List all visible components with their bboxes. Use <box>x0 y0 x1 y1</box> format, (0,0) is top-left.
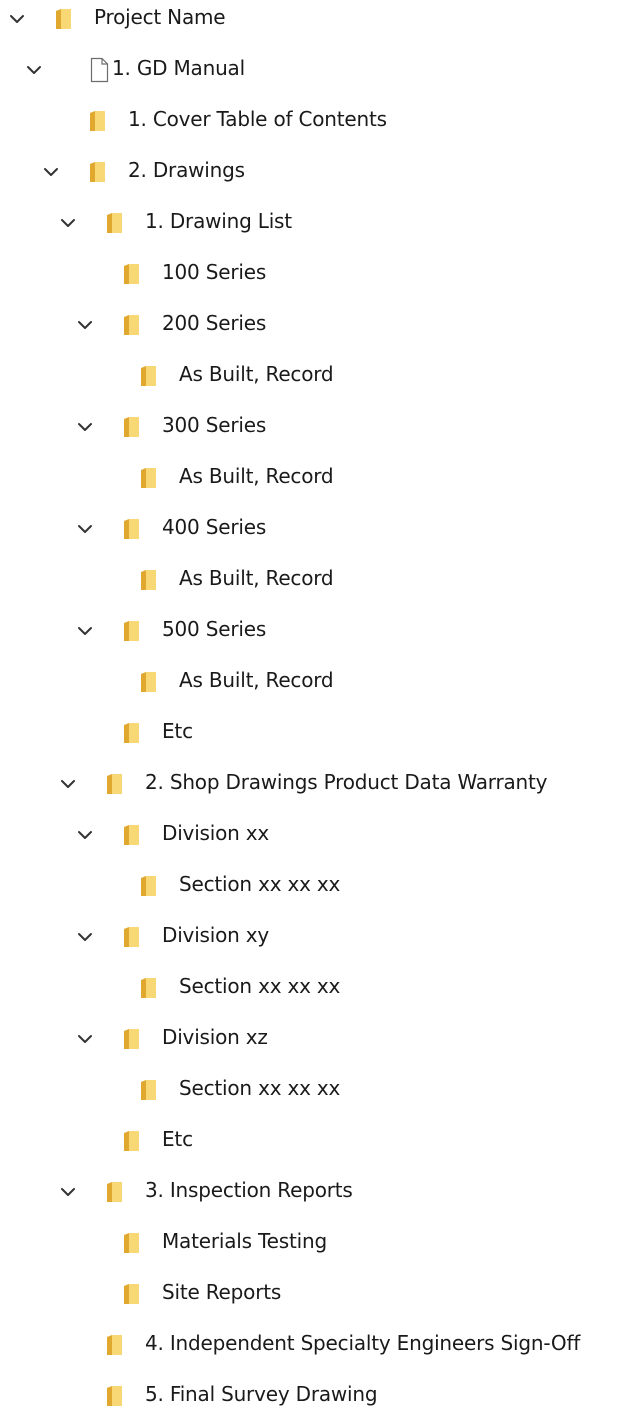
tree-node-label: Section xx xx xx <box>179 974 341 998</box>
folder-icon <box>103 210 127 236</box>
folder-icon <box>137 1077 161 1103</box>
tree-node[interactable]: Division xy <box>0 912 637 963</box>
tree-node-label: 1. Cover Table of Contents <box>128 107 387 131</box>
folder-icon <box>137 465 161 491</box>
chevron-down-icon[interactable] <box>57 212 79 234</box>
tree-node[interactable]: 200 Series <box>0 300 637 351</box>
folder-icon <box>120 618 144 644</box>
folder-icon <box>137 363 161 389</box>
folder-icon <box>137 873 161 899</box>
folder-icon <box>120 1026 144 1052</box>
chevron-down-icon[interactable] <box>74 518 96 540</box>
folder-icon <box>120 1281 144 1307</box>
folder-icon <box>120 516 144 542</box>
chevron-down-icon[interactable] <box>74 824 96 846</box>
tree-node-label: 300 Series <box>162 413 267 437</box>
tree-node[interactable]: Site Reports <box>0 1269 637 1320</box>
tree-node-label: As Built, Record <box>179 464 334 488</box>
folder-icon <box>120 924 144 950</box>
chevron-down-icon[interactable] <box>74 926 96 948</box>
tree-node[interactable]: Etc <box>0 1116 637 1167</box>
folder-icon <box>137 567 161 593</box>
tree-node-label: Project Name <box>94 5 226 29</box>
tree-node-label: Division xz <box>162 1025 268 1049</box>
tree-node[interactable]: 500 Series <box>0 606 637 657</box>
tree-node[interactable]: 1. Drawing List <box>0 198 637 249</box>
chevron-down-icon[interactable] <box>57 1181 79 1203</box>
chevron-down-icon[interactable] <box>74 416 96 438</box>
folder-icon <box>137 975 161 1001</box>
folder-icon <box>86 108 110 134</box>
folder-icon <box>103 1383 127 1409</box>
tree-node-label: 1. GD Manual <box>112 56 245 80</box>
folder-icon <box>137 669 161 695</box>
tree-node[interactable]: 100 Series <box>0 249 637 300</box>
tree-node-label: As Built, Record <box>179 362 334 386</box>
document-icon <box>87 57 111 83</box>
chevron-down-icon[interactable] <box>40 161 62 183</box>
folder-tree: Project Name 1. GD Manual 1. Cover Table o… <box>0 0 637 1408</box>
tree-node-label: Site Reports <box>162 1280 282 1304</box>
tree-node[interactable]: 400 Series <box>0 504 637 555</box>
tree-node[interactable]: As Built, Record <box>0 657 637 708</box>
folder-icon <box>52 6 76 32</box>
tree-node[interactable]: 1. GD Manual <box>0 45 637 96</box>
tree-node-label: As Built, Record <box>179 566 334 590</box>
chevron-down-icon[interactable] <box>74 620 96 642</box>
tree-node-label: 200 Series <box>162 311 267 335</box>
chevron-down-icon[interactable] <box>74 1028 96 1050</box>
tree-node-label: Materials Testing <box>162 1229 327 1253</box>
chevron-down-icon[interactable] <box>57 773 79 795</box>
tree-node-label: 4. Independent Specialty Engineers Sign-… <box>145 1331 581 1355</box>
folder-icon <box>120 261 144 287</box>
tree-node[interactable]: 300 Series <box>0 402 637 453</box>
tree-node[interactable]: 2. Shop Drawings Product Data Warranty <box>0 759 637 810</box>
tree-node[interactable]: As Built, Record <box>0 555 637 606</box>
tree-node[interactable]: 2. Drawings <box>0 147 637 198</box>
tree-node[interactable]: Section xx xx xx <box>0 963 637 1014</box>
tree-node-label: 3. Inspection Reports <box>145 1178 353 1202</box>
tree-node-label: As Built, Record <box>179 668 334 692</box>
chevron-down-icon[interactable] <box>23 59 45 81</box>
tree-node[interactable]: 5. Final Survey Drawing <box>0 1371 637 1422</box>
tree-node-label: 1. Drawing List <box>145 209 292 233</box>
tree-node-label: 100 Series <box>162 260 267 284</box>
tree-node[interactable]: Division xz <box>0 1014 637 1065</box>
tree-node-label: Section xx xx xx <box>179 1076 341 1100</box>
tree-node-label: Division xx <box>162 821 270 845</box>
folder-icon <box>103 1179 127 1205</box>
folder-icon <box>103 771 127 797</box>
tree-node-label: 5. Final Survey Drawing <box>145 1382 378 1406</box>
tree-node[interactable]: Materials Testing <box>0 1218 637 1269</box>
folder-icon <box>86 159 110 185</box>
tree-node[interactable]: As Built, Record <box>0 453 637 504</box>
folder-icon <box>120 720 144 746</box>
tree-node[interactable]: Section xx xx xx <box>0 861 637 912</box>
tree-node-label: 2. Shop Drawings Product Data Warranty <box>145 770 548 794</box>
tree-node-label: Etc <box>162 719 193 743</box>
tree-node-label: Etc <box>162 1127 193 1151</box>
folder-icon <box>120 1230 144 1256</box>
tree-node[interactable]: 4. Independent Specialty Engineers Sign-… <box>0 1320 637 1371</box>
tree-node[interactable]: Division xx <box>0 810 637 861</box>
folder-icon <box>120 414 144 440</box>
tree-node-label: Section xx xx xx <box>179 872 341 896</box>
tree-node[interactable]: Etc <box>0 708 637 759</box>
chevron-down-icon[interactable] <box>74 314 96 336</box>
tree-node[interactable]: Section xx xx xx <box>0 1065 637 1116</box>
chevron-down-icon[interactable] <box>6 8 28 30</box>
tree-node[interactable]: 3. Inspection Reports <box>0 1167 637 1218</box>
tree-node-label: 400 Series <box>162 515 267 539</box>
tree-node-label: 2. Drawings <box>128 158 245 182</box>
folder-icon <box>120 1128 144 1154</box>
tree-node[interactable]: As Built, Record <box>0 351 637 402</box>
folder-icon <box>120 312 144 338</box>
tree-node[interactable]: Project Name <box>0 0 637 45</box>
tree-node-label: 500 Series <box>162 617 267 641</box>
tree-node-label: Division xy <box>162 923 270 947</box>
folder-icon <box>103 1332 127 1358</box>
tree-node[interactable]: 1. Cover Table of Contents <box>0 96 637 147</box>
folder-icon <box>120 822 144 848</box>
